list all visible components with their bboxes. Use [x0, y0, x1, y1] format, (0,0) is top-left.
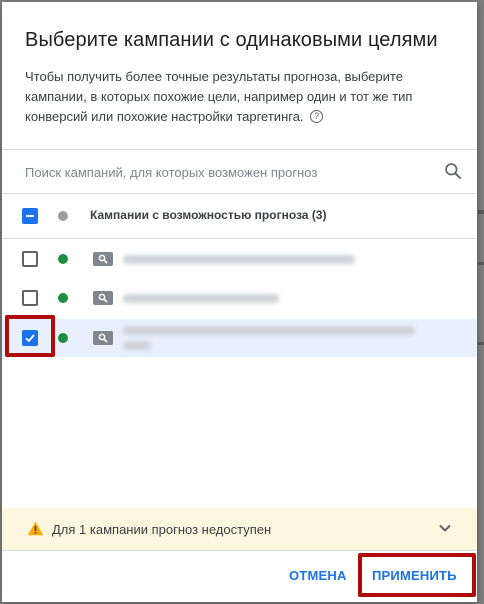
search-bar — [2, 150, 477, 194]
magnifier-icon — [98, 254, 108, 264]
annotation-highlight-checkbox — [5, 315, 55, 357]
cancel-button[interactable]: ОТМЕНА — [289, 568, 347, 583]
campaign-name-redacted — [123, 326, 415, 335]
warning-icon — [27, 521, 44, 536]
magnifier-icon — [98, 333, 108, 343]
campaign-list-header: Кампании с возможностью прогноза (3) — [2, 194, 477, 238]
status-active-dot-icon — [58, 254, 68, 264]
search-campaign-icon — [93, 291, 113, 305]
help-icon[interactable]: ? — [310, 110, 324, 124]
campaign-checkbox[interactable] — [22, 251, 38, 267]
forecast-warning-banner[interactable]: Для 1 кампании прогноз недоступен — [2, 508, 477, 550]
campaign-list-header-label: Кампании с возможностью прогноза (3) — [90, 208, 327, 222]
campaign-row-selected[interactable] — [2, 319, 477, 357]
dialog-description-text: Чтобы получить более точные результаты п… — [25, 69, 413, 124]
dialog-description: Чтобы получить более точные результаты п… — [25, 67, 445, 127]
indeterminate-mark-icon — [26, 215, 34, 217]
campaign-row[interactable] — [2, 279, 477, 319]
campaign-name-redacted — [123, 294, 279, 303]
select-all-checkbox[interactable] — [22, 208, 38, 224]
status-active-dot-icon — [58, 293, 68, 303]
search-icon[interactable] — [443, 161, 463, 181]
dialog-title: Выберите кампании с одинаковыми целями — [25, 29, 438, 51]
annotation-highlight-apply — [358, 553, 476, 597]
campaign-checkbox[interactable] — [22, 290, 38, 306]
campaign-name-redacted — [123, 255, 355, 264]
status-dot-icon — [58, 211, 68, 221]
chevron-down-icon[interactable] — [438, 523, 452, 533]
backdrop-strip — [478, 210, 484, 214]
backdrop-strip — [478, 342, 484, 345]
search-campaign-icon — [93, 331, 113, 345]
divider — [2, 550, 477, 551]
campaign-selection-dialog: Выберите кампании с одинаковыми целями Ч… — [2, 2, 477, 602]
search-campaign-icon — [93, 252, 113, 266]
backdrop-strip — [478, 262, 484, 265]
status-active-dot-icon — [58, 333, 68, 343]
search-input[interactable] — [25, 162, 425, 182]
magnifier-icon — [98, 293, 108, 303]
campaign-name-redacted — [123, 341, 151, 350]
campaign-row[interactable] — [2, 239, 477, 279]
warning-text: Для 1 кампании прогноз недоступен — [52, 522, 272, 537]
